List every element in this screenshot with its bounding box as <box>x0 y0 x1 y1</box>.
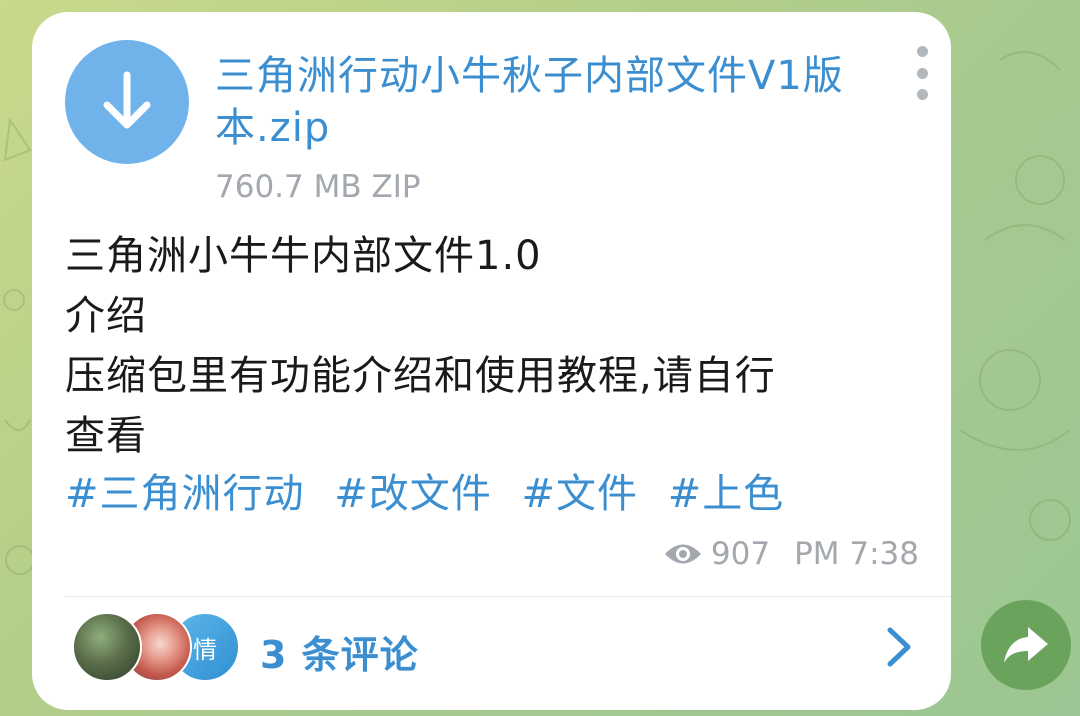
more-dot-icon <box>916 89 928 100</box>
divider <box>65 596 951 597</box>
hashtag-row: #三角洲行动 #改文件 #文件 #上色 <box>65 468 800 520</box>
hashtag-link[interactable]: #三角洲行动 <box>65 471 305 517</box>
message-time: PM 7:38 <box>794 536 919 572</box>
chevron-right-icon[interactable] <box>884 626 914 668</box>
comments-link[interactable]: 3 条评论 <box>260 624 419 679</box>
download-button[interactable] <box>65 40 189 164</box>
view-count: 907 <box>710 536 771 572</box>
more-dot-icon <box>916 46 928 57</box>
more-options-button[interactable] <box>910 46 934 100</box>
hashtag-link[interactable]: #改文件 <box>334 471 492 517</box>
message-line: 三角洲小牛牛内部文件1.0 <box>65 233 542 279</box>
message-info: 907 PM 7:38 <box>663 534 919 574</box>
file-message-bubble: 三角洲行动小牛秋子内部文件V1版本.zip 760.7 MB ZIP 三角洲小牛… <box>32 12 951 710</box>
commenter-avatars[interactable]: 情 <box>72 612 242 682</box>
share-arrow-icon <box>1004 627 1048 663</box>
eye-icon <box>663 541 703 567</box>
share-button[interactable] <box>981 600 1071 690</box>
avatar <box>72 612 142 682</box>
file-size: 760.7 MB ZIP <box>215 169 421 205</box>
message-line: 查看 <box>65 413 147 459</box>
hashtag-link[interactable]: #上色 <box>668 471 785 517</box>
hashtag-link[interactable]: #文件 <box>521 471 638 517</box>
download-icon <box>103 71 151 129</box>
file-name[interactable]: 三角洲行动小牛秋子内部文件V1版本.zip <box>215 50 895 154</box>
message-line: 介绍 <box>65 293 147 339</box>
more-dot-icon <box>916 67 928 79</box>
message-line: 压缩包里有功能介绍和使用教程,请自行 <box>65 353 776 399</box>
